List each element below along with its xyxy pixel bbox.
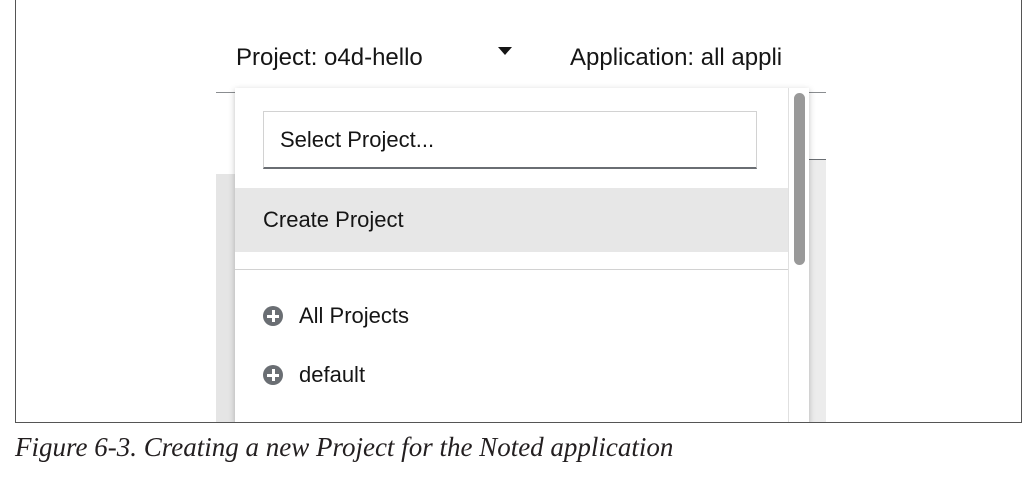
project-item-label: default [299, 362, 366, 387]
caret-down-icon[interactable] [498, 47, 512, 55]
project-dropdown-menu: Create Project All Projects default [235, 88, 809, 422]
scrollbar-thumb[interactable] [794, 93, 805, 265]
application-selector-label[interactable]: Application: all appli [570, 38, 826, 78]
screenshot-frame: Project: o4d-hello Application: all appl… [15, 0, 1022, 423]
project-toolbar: Project: o4d-hello Application: all appl… [16, 0, 1021, 90]
create-project-item[interactable]: Create Project [235, 188, 788, 252]
project-search-field[interactable] [263, 111, 757, 169]
plus-circle-icon [263, 365, 283, 385]
background-panel-right [809, 160, 826, 422]
project-item-default[interactable]: default [263, 357, 365, 393]
plus-circle-icon [263, 306, 283, 326]
project-item-label: All Projects [299, 303, 410, 328]
background-panel-left [216, 174, 236, 422]
project-search-input[interactable] [264, 112, 756, 167]
menu-divider [235, 269, 788, 270]
project-item-all-projects[interactable]: All Projects [263, 298, 409, 334]
project-selector-toggle[interactable]: Project: o4d-hello [236, 38, 423, 78]
figure-caption: Figure 6-3. Creating a new Project for t… [15, 432, 674, 462]
dropdown-scrollbar[interactable] [788, 88, 809, 422]
project-selector-label: Project: o4d-hello [236, 44, 423, 71]
